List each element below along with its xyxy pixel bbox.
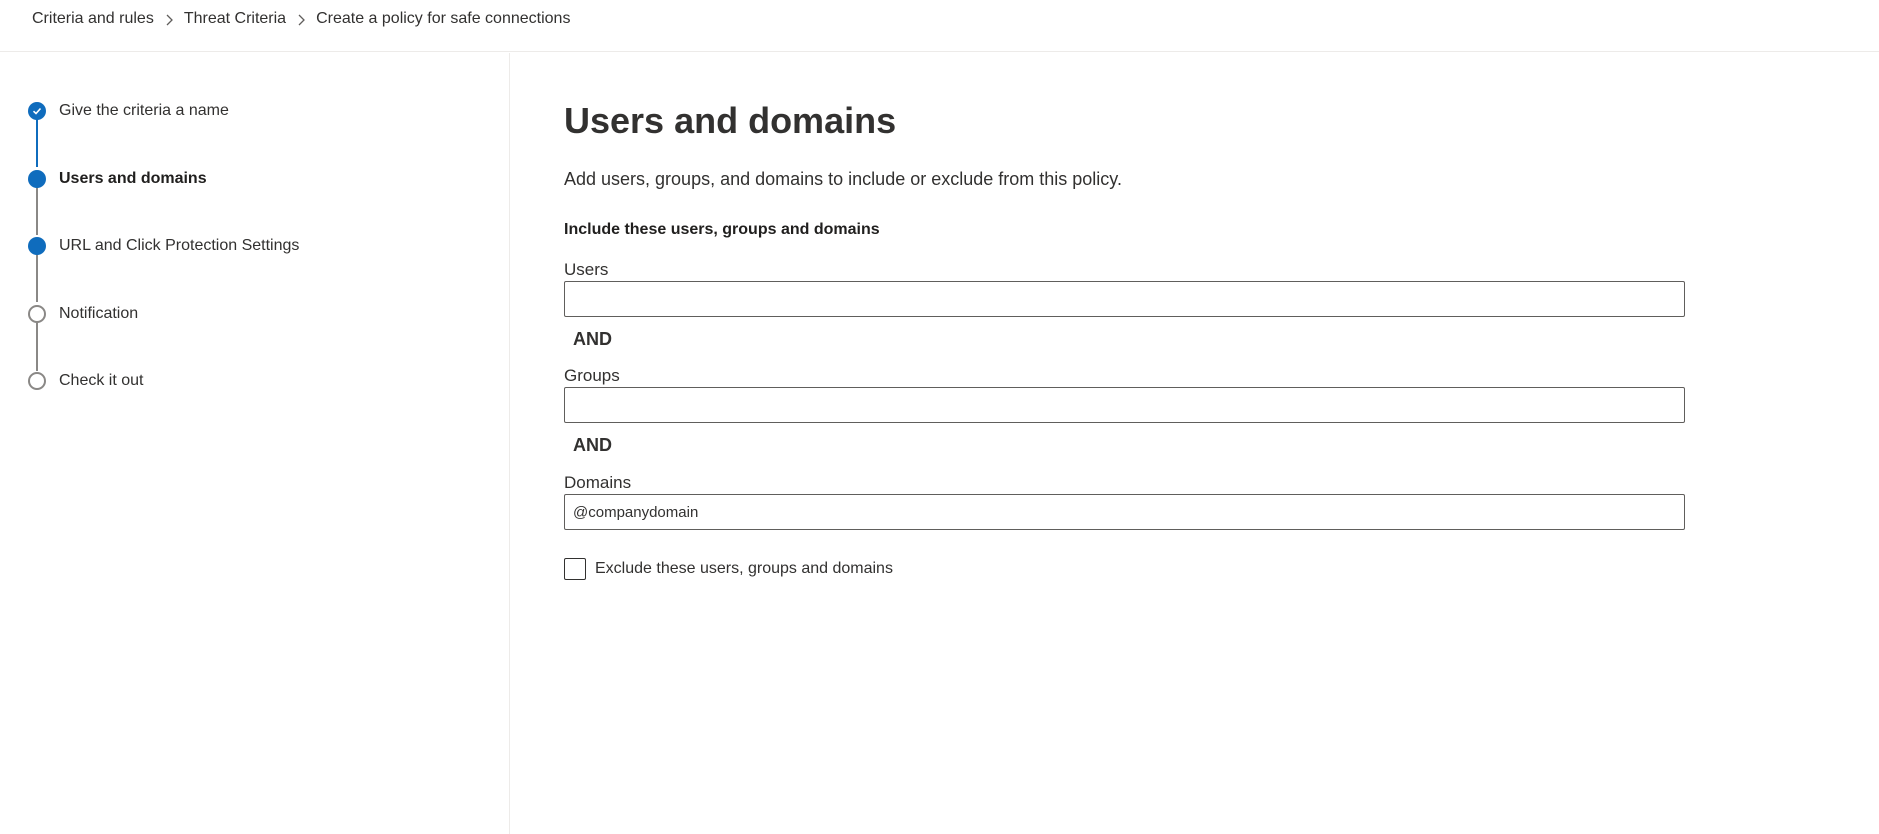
breadcrumb-threat-criteria[interactable]: Threat Criteria: [184, 10, 286, 28]
step-url-click-protection[interactable]: URL and Click Protection Settings: [28, 237, 299, 255]
step-label: Check it out: [59, 372, 144, 389]
step-connector: [36, 180, 38, 235]
step-label: Users and domains: [59, 170, 207, 187]
empty-circle-icon: [28, 305, 46, 323]
page-description: Add users, groups, and domains to includ…: [564, 169, 1122, 189]
step-connector: [36, 315, 38, 371]
checkmark-icon: [28, 102, 46, 120]
chevron-right-icon: [286, 11, 316, 27]
and-operator-label: AND: [573, 435, 612, 455]
domains-label: Domains: [564, 473, 632, 492]
exclude-checkbox-row[interactable]: Exclude these users, groups and domains: [564, 558, 893, 580]
include-section-title: Include these users, groups and domains: [564, 221, 880, 238]
step-give-criteria-name[interactable]: Give the criteria a name: [28, 102, 229, 120]
breadcrumb-criteria-and-rules[interactable]: Criteria and rules: [32, 10, 154, 28]
step-notification[interactable]: Notification: [28, 305, 138, 323]
groups-label: Groups: [564, 366, 620, 385]
step-connector: [36, 247, 38, 302]
exclude-checkbox-label: Exclude these users, groups and domains: [595, 560, 893, 577]
users-label: Users: [564, 260, 609, 279]
wizard-steps-panel: Give the criteria a name Users and domai…: [0, 53, 510, 834]
step-dot-icon: [28, 237, 46, 255]
chevron-right-icon: [154, 11, 184, 27]
domains-input[interactable]: [564, 494, 1685, 530]
step-users-and-domains[interactable]: Users and domains: [28, 170, 207, 188]
current-step-dot-icon: [28, 170, 46, 188]
empty-circle-icon: [28, 372, 46, 390]
step-check-it-out[interactable]: Check it out: [28, 372, 143, 390]
and-operator-label: AND: [573, 329, 612, 349]
page-title: Users and domains: [564, 100, 897, 141]
top-bar: Criteria and rules Threat Criteria Creat…: [0, 0, 1879, 52]
users-input[interactable]: [564, 281, 1685, 317]
step-label: Notification: [59, 305, 139, 322]
step-label: Give the criteria a name: [59, 102, 229, 119]
exclude-checkbox[interactable]: [564, 558, 586, 580]
groups-input[interactable]: [564, 387, 1685, 423]
step-label: URL and Click Protection Settings: [59, 237, 300, 254]
breadcrumb-current-page: Create a policy for safe connections: [316, 10, 571, 27]
breadcrumb: Criteria and rules Threat Criteria Creat…: [32, 10, 570, 28]
